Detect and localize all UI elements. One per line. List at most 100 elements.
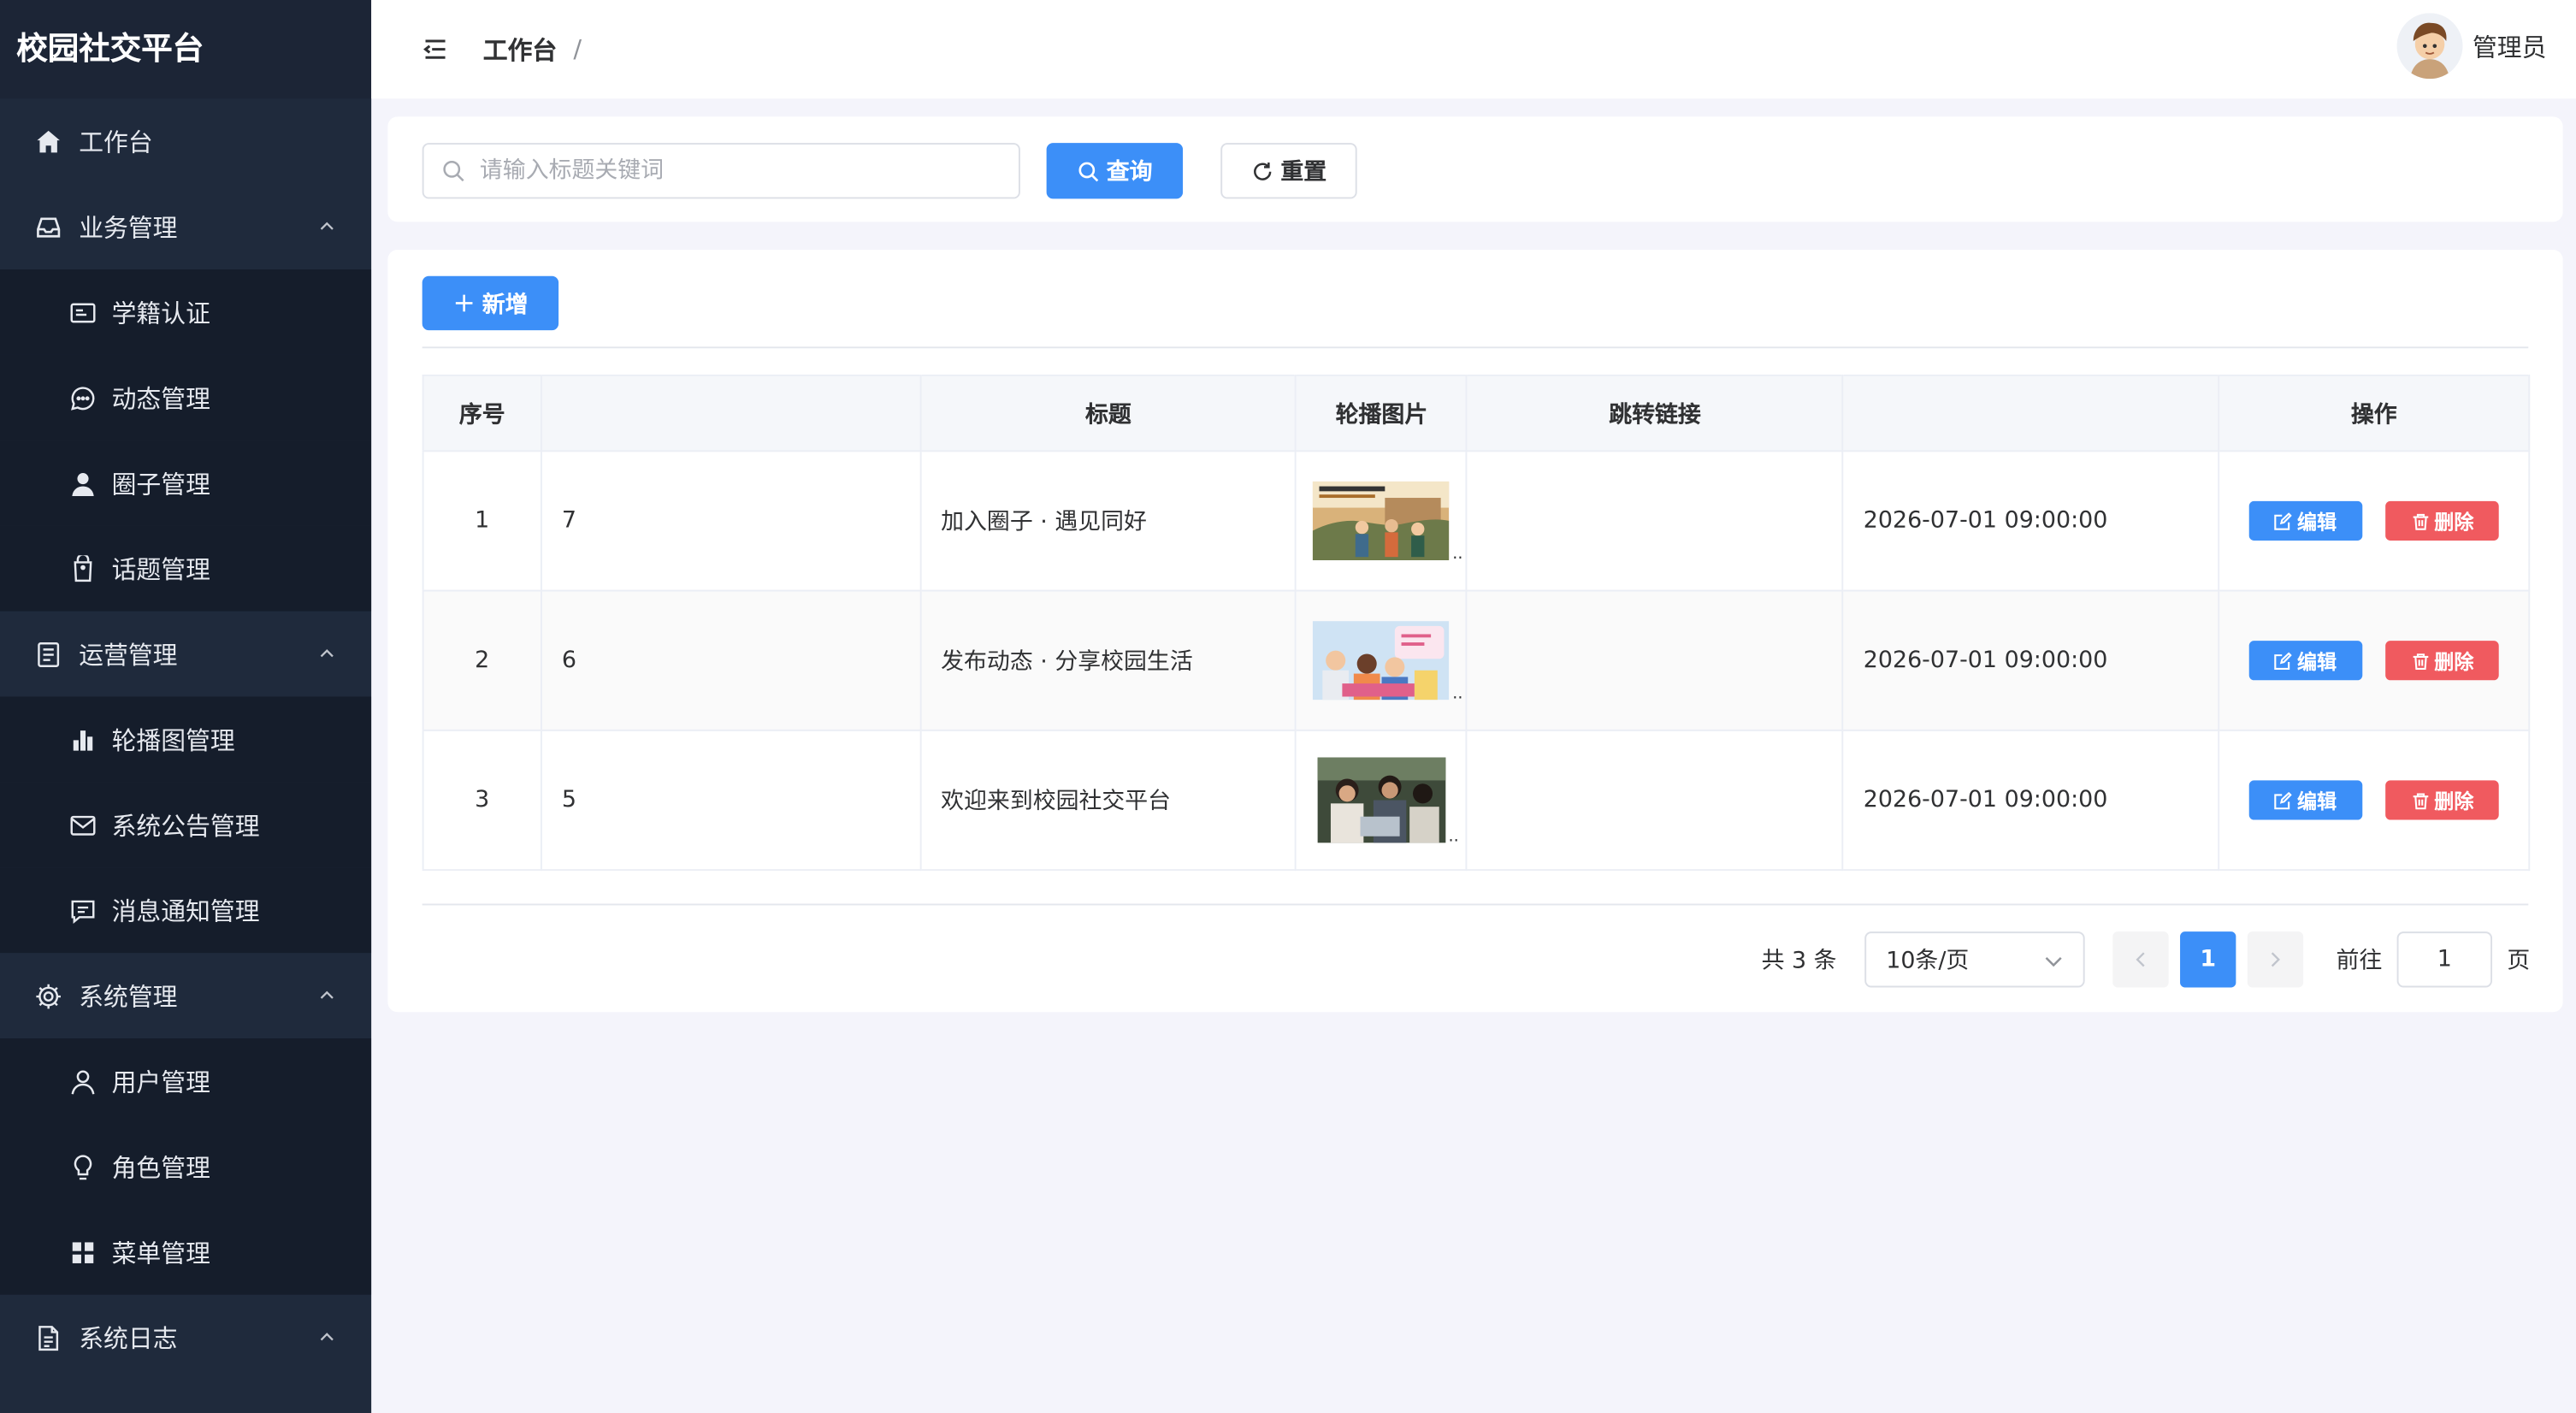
page-size-select[interactable]: 10条/页 xyxy=(1864,931,2085,988)
chevron-right-icon xyxy=(2271,952,2280,967)
menu-fold-icon[interactable] xyxy=(421,34,451,64)
tag-icon xyxy=(68,553,97,583)
chat-bubble-icon xyxy=(68,383,97,413)
brand-title: 校园社交平台 xyxy=(0,0,372,99)
sidebar-item-label: 菜单管理 xyxy=(111,1238,210,1268)
cell-image: .. xyxy=(1296,451,1468,592)
column-header: 序号 xyxy=(422,375,542,452)
sidebar-item-label: 话题管理 xyxy=(111,554,210,584)
user-icon xyxy=(68,468,97,498)
gear-icon xyxy=(32,981,62,1011)
sidebar-item-label: 消息通知管理 xyxy=(111,896,260,926)
edit-button[interactable]: 编辑 xyxy=(2248,780,2362,820)
trash-icon xyxy=(2413,653,2428,670)
table-panel: 新增 序号 标题 轮播图片 跳转链接 操作 1 7 加入圈子 · 遇见同好 ..… xyxy=(387,249,2563,1013)
reset-button[interactable]: 重置 xyxy=(1220,143,1357,199)
sidebar-item-posts[interactable]: 动态管理 xyxy=(0,354,372,440)
cell-id: 7 xyxy=(541,451,922,592)
edit-button-label: 编辑 xyxy=(2296,649,2337,673)
delete-button-label: 删除 xyxy=(2434,510,2474,534)
cell-actions: 编辑 删除 xyxy=(2219,730,2531,872)
cell-link xyxy=(1467,451,1844,592)
edit-button[interactable]: 编辑 xyxy=(2248,641,2362,681)
search-icon xyxy=(1078,161,1098,181)
search-panel: 查询 重置 xyxy=(387,116,2563,222)
cell-time: 2026-07-01 09:00:00 xyxy=(1842,451,2220,592)
sidebar-item-notifications[interactable]: 消息通知管理 xyxy=(0,867,372,954)
sidebar-item-logs[interactable]: 系统日志 xyxy=(0,1295,371,1380)
delete-button[interactable]: 删除 xyxy=(2385,500,2500,541)
delete-button[interactable]: 删除 xyxy=(2385,641,2500,681)
chevron-up-icon xyxy=(320,649,334,658)
trash-icon xyxy=(2413,792,2428,809)
sidebar: 校园社交平台 工作台 业务管理 学籍认证 动态管理 圈子管理 话题管理 运营管理… xyxy=(0,0,372,1413)
sidebar-item-label: 业务管理 xyxy=(79,212,178,243)
bar-chart-icon xyxy=(68,724,97,754)
chevron-down-icon xyxy=(2045,957,2062,967)
breadcrumb[interactable]: 工作台 xyxy=(483,32,557,66)
message-icon xyxy=(68,896,97,925)
trash-icon xyxy=(2413,512,2428,529)
carousel-thumbnail[interactable]: .. xyxy=(1313,481,1463,564)
sidebar-item-workbench[interactable]: 工作台 xyxy=(0,98,371,184)
add-button[interactable]: 新增 xyxy=(422,275,559,331)
thumbnail-ellipsis: .. xyxy=(1452,545,1463,564)
reset-button-label: 重置 xyxy=(1280,159,1327,186)
user-menu[interactable]: 管理员 xyxy=(2396,13,2546,80)
column-header: 轮播图片 xyxy=(1296,375,1468,452)
cell-index: 2 xyxy=(422,590,542,731)
sidebar-item-announcements[interactable]: 系统公告管理 xyxy=(0,782,372,868)
carousel-thumbnail[interactable]: .. xyxy=(1313,621,1463,703)
delete-button[interactable]: 删除 xyxy=(2385,780,2500,820)
cell-index: 3 xyxy=(422,730,542,872)
thumbnail-ellipsis: .. xyxy=(1448,828,1459,847)
sidebar-item-business[interactable]: 业务管理 xyxy=(0,184,371,269)
user-outline-icon xyxy=(68,1067,97,1097)
log-document-icon xyxy=(32,1322,62,1352)
divider xyxy=(422,346,2529,349)
column-header: 操作 xyxy=(2219,375,2531,452)
cell-id: 6 xyxy=(541,590,922,731)
next-page-button[interactable] xyxy=(2247,931,2304,988)
sidebar-item-users[interactable]: 用户管理 xyxy=(0,1038,372,1124)
table-row: 3 5 欢迎来到校园社交平台 .. 2026-07-01 09:00:00 编辑… xyxy=(422,730,2531,872)
delete-button-label: 删除 xyxy=(2434,649,2474,673)
sidebar-item-carousel[interactable]: 轮播图管理 xyxy=(0,696,372,783)
query-button[interactable]: 查询 xyxy=(1046,143,1184,199)
refresh-icon xyxy=(1253,162,1271,180)
plus-icon xyxy=(454,294,472,312)
edit-button[interactable]: 编辑 xyxy=(2248,500,2362,541)
search-input[interactable] xyxy=(422,143,1020,199)
cell-actions: 编辑 删除 xyxy=(2219,451,2531,592)
cell-id: 5 xyxy=(541,730,922,872)
query-button-label: 查询 xyxy=(1106,159,1153,186)
sidebar-item-system[interactable]: 系统管理 xyxy=(0,953,371,1038)
sidebar-item-menus[interactable]: 菜单管理 xyxy=(0,1209,372,1295)
sidebar-item-topics[interactable]: 话题管理 xyxy=(0,525,372,612)
edit-button-label: 编辑 xyxy=(2296,789,2337,813)
carousel-thumbnail[interactable]: .. xyxy=(1317,757,1459,846)
table-row: 1 7 加入圈子 · 遇见同好 .. 2026-07-01 09:00:00 编… xyxy=(422,451,2531,592)
sidebar-item-label: 系统公告管理 xyxy=(111,810,260,841)
sidebar-item-label: 系统管理 xyxy=(79,981,178,1012)
top-header: 工作台 / 管理员 xyxy=(371,0,2576,99)
grid-icon xyxy=(68,1237,97,1267)
sidebar-item-enrollment[interactable]: 学籍认证 xyxy=(0,269,372,355)
chevron-up-icon xyxy=(320,222,334,230)
prev-page-button[interactable] xyxy=(2112,931,2169,988)
goto-label: 前往 xyxy=(2336,948,2383,975)
sidebar-item-roles[interactable]: 角色管理 xyxy=(0,1123,372,1209)
sidebar-item-operations[interactable]: 运营管理 xyxy=(0,612,371,697)
sidebar-item-circles[interactable]: 圈子管理 xyxy=(0,440,372,526)
inbox-icon xyxy=(32,212,62,242)
pagination: 共 3 条 10条/页 1 前往 页 xyxy=(1761,931,2531,988)
column-header: 跳转链接 xyxy=(1467,375,1844,452)
breadcrumb-separator: / xyxy=(573,34,582,64)
add-button-label: 新增 xyxy=(482,291,529,318)
page-suffix: 页 xyxy=(2507,948,2531,975)
chevron-left-icon xyxy=(2136,952,2145,967)
total-count: 共 3 条 xyxy=(1761,948,1837,975)
page-number-button[interactable]: 1 xyxy=(2180,931,2236,988)
goto-page-input[interactable] xyxy=(2396,931,2493,988)
cell-index: 1 xyxy=(422,451,542,592)
